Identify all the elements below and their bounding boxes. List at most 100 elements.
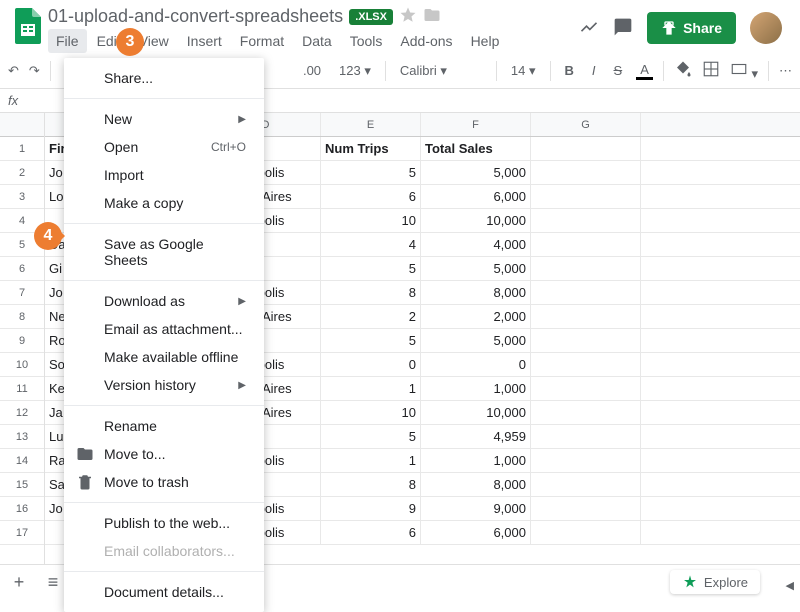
cell[interactable]	[531, 137, 641, 160]
cell[interactable]: 5,000	[421, 161, 531, 184]
col-header-E[interactable]: E	[321, 113, 421, 136]
cell[interactable]	[531, 377, 641, 400]
cell[interactable]: 4,959	[421, 425, 531, 448]
scroll-left-icon[interactable]: ◀	[786, 579, 794, 592]
fill-color-icon[interactable]	[674, 60, 692, 81]
cell[interactable]: 6	[321, 521, 421, 544]
cell[interactable]: 0	[421, 353, 531, 376]
menu-item-publish-to-the-web[interactable]: Publish to the web...	[64, 509, 264, 537]
cell[interactable]	[531, 449, 641, 472]
row-header[interactable]: 10	[0, 353, 44, 377]
cell[interactable]: Num Trips	[321, 137, 421, 160]
row-header[interactable]: 15	[0, 473, 44, 497]
cell[interactable]: 9	[321, 497, 421, 520]
row-header[interactable]: 1	[0, 137, 44, 161]
row-header[interactable]: 3	[0, 185, 44, 209]
row-header[interactable]: 16	[0, 497, 44, 521]
add-sheet-button[interactable]: +	[4, 568, 34, 598]
menu-item-move-to[interactable]: Move to...	[64, 440, 264, 468]
cell[interactable]	[531, 233, 641, 256]
select-all-corner[interactable]	[0, 113, 44, 137]
text-color-icon[interactable]: A	[636, 62, 653, 80]
cell[interactable]: 1	[321, 449, 421, 472]
cell[interactable]: 5	[321, 257, 421, 280]
cell[interactable]: Total Sales	[421, 137, 531, 160]
menu-item-download-as[interactable]: Download as▶	[64, 287, 264, 315]
cell[interactable]	[531, 305, 641, 328]
borders-icon[interactable]	[702, 60, 720, 81]
cell[interactable]: 8	[321, 473, 421, 496]
redo-icon[interactable]: ↷	[29, 63, 40, 79]
cell[interactable]: 0	[321, 353, 421, 376]
trend-icon[interactable]	[579, 17, 599, 40]
size-select[interactable]: 14 ▾	[507, 63, 540, 79]
row-header[interactable]: 6	[0, 257, 44, 281]
cell[interactable]: 4	[321, 233, 421, 256]
row-header[interactable]: 2	[0, 161, 44, 185]
undo-icon[interactable]: ↶	[8, 63, 19, 79]
cell[interactable]: 8,000	[421, 281, 531, 304]
star-icon[interactable]	[399, 6, 417, 27]
menu-item-document-details[interactable]: Document details...	[64, 578, 264, 606]
sheets-logo[interactable]	[8, 6, 48, 46]
cell[interactable]	[531, 161, 641, 184]
cell[interactable]	[531, 329, 641, 352]
cell[interactable]	[531, 257, 641, 280]
cell[interactable]: 8	[321, 281, 421, 304]
cell[interactable]	[531, 521, 641, 544]
row-header[interactable]: 14	[0, 449, 44, 473]
cell[interactable]: 6,000	[421, 185, 531, 208]
cell[interactable]	[531, 401, 641, 424]
row-header[interactable]: 11	[0, 377, 44, 401]
cell[interactable]	[531, 497, 641, 520]
menu-item-save-as-google-sheets[interactable]: Save as Google Sheets	[64, 230, 264, 274]
share-button[interactable]: Share	[647, 12, 736, 44]
menu-item-new[interactable]: New▶	[64, 105, 264, 133]
cell[interactable]: 5,000	[421, 257, 531, 280]
menu-item-import[interactable]: Import	[64, 161, 264, 189]
menu-item-open[interactable]: OpenCtrl+O	[64, 133, 264, 161]
cell[interactable]: 5	[321, 425, 421, 448]
cell[interactable]	[531, 353, 641, 376]
cell[interactable]: 9,000	[421, 497, 531, 520]
cell[interactable]	[531, 473, 641, 496]
menu-file[interactable]: File	[48, 29, 87, 53]
more-icon[interactable]: ⋯	[779, 63, 792, 79]
row-header[interactable]: 13	[0, 425, 44, 449]
cell[interactable]: 1,000	[421, 377, 531, 400]
strike-icon[interactable]: S	[610, 63, 627, 78]
row-header[interactable]: 7	[0, 281, 44, 305]
cell[interactable]: 1	[321, 377, 421, 400]
cell[interactable]: 10,000	[421, 209, 531, 232]
menu-item-rename[interactable]: Rename	[64, 412, 264, 440]
menu-format[interactable]: Format	[232, 29, 292, 53]
cell[interactable]: 2	[321, 305, 421, 328]
row-header[interactable]: 9	[0, 329, 44, 353]
cell[interactable]: 8,000	[421, 473, 531, 496]
bold-icon[interactable]: B	[561, 63, 578, 78]
menu-item-version-history[interactable]: Version history▶	[64, 371, 264, 399]
cell[interactable]	[531, 425, 641, 448]
cell[interactable]: 6,000	[421, 521, 531, 544]
menu-tools[interactable]: Tools	[342, 29, 391, 53]
cell[interactable]	[531, 281, 641, 304]
decimal-btn[interactable]: .00	[299, 63, 325, 78]
cell[interactable]: 4,000	[421, 233, 531, 256]
cell[interactable]: 5	[321, 329, 421, 352]
font-select[interactable]: Calibri ▾	[396, 63, 486, 79]
cell[interactable]: 6	[321, 185, 421, 208]
explore-button[interactable]: Explore	[670, 570, 760, 594]
menu-item-email-as-attachment[interactable]: Email as attachment...	[64, 315, 264, 343]
cell[interactable]: 5,000	[421, 329, 531, 352]
comment-icon[interactable]	[613, 17, 633, 40]
document-title[interactable]: 01-upload-and-convert-spreadsheets	[48, 6, 343, 27]
cell[interactable]	[531, 185, 641, 208]
merge-icon[interactable]: ▾	[730, 60, 758, 82]
col-header-F[interactable]: F	[421, 113, 531, 136]
cell[interactable]: 1,000	[421, 449, 531, 472]
menu-item-make-available-offline[interactable]: Make available offline	[64, 343, 264, 371]
menu-help[interactable]: Help	[463, 29, 508, 53]
menu-item-make-a-copy[interactable]: Make a copy	[64, 189, 264, 217]
menu-add-ons[interactable]: Add-ons	[392, 29, 460, 53]
col-header-G[interactable]: G	[531, 113, 641, 136]
